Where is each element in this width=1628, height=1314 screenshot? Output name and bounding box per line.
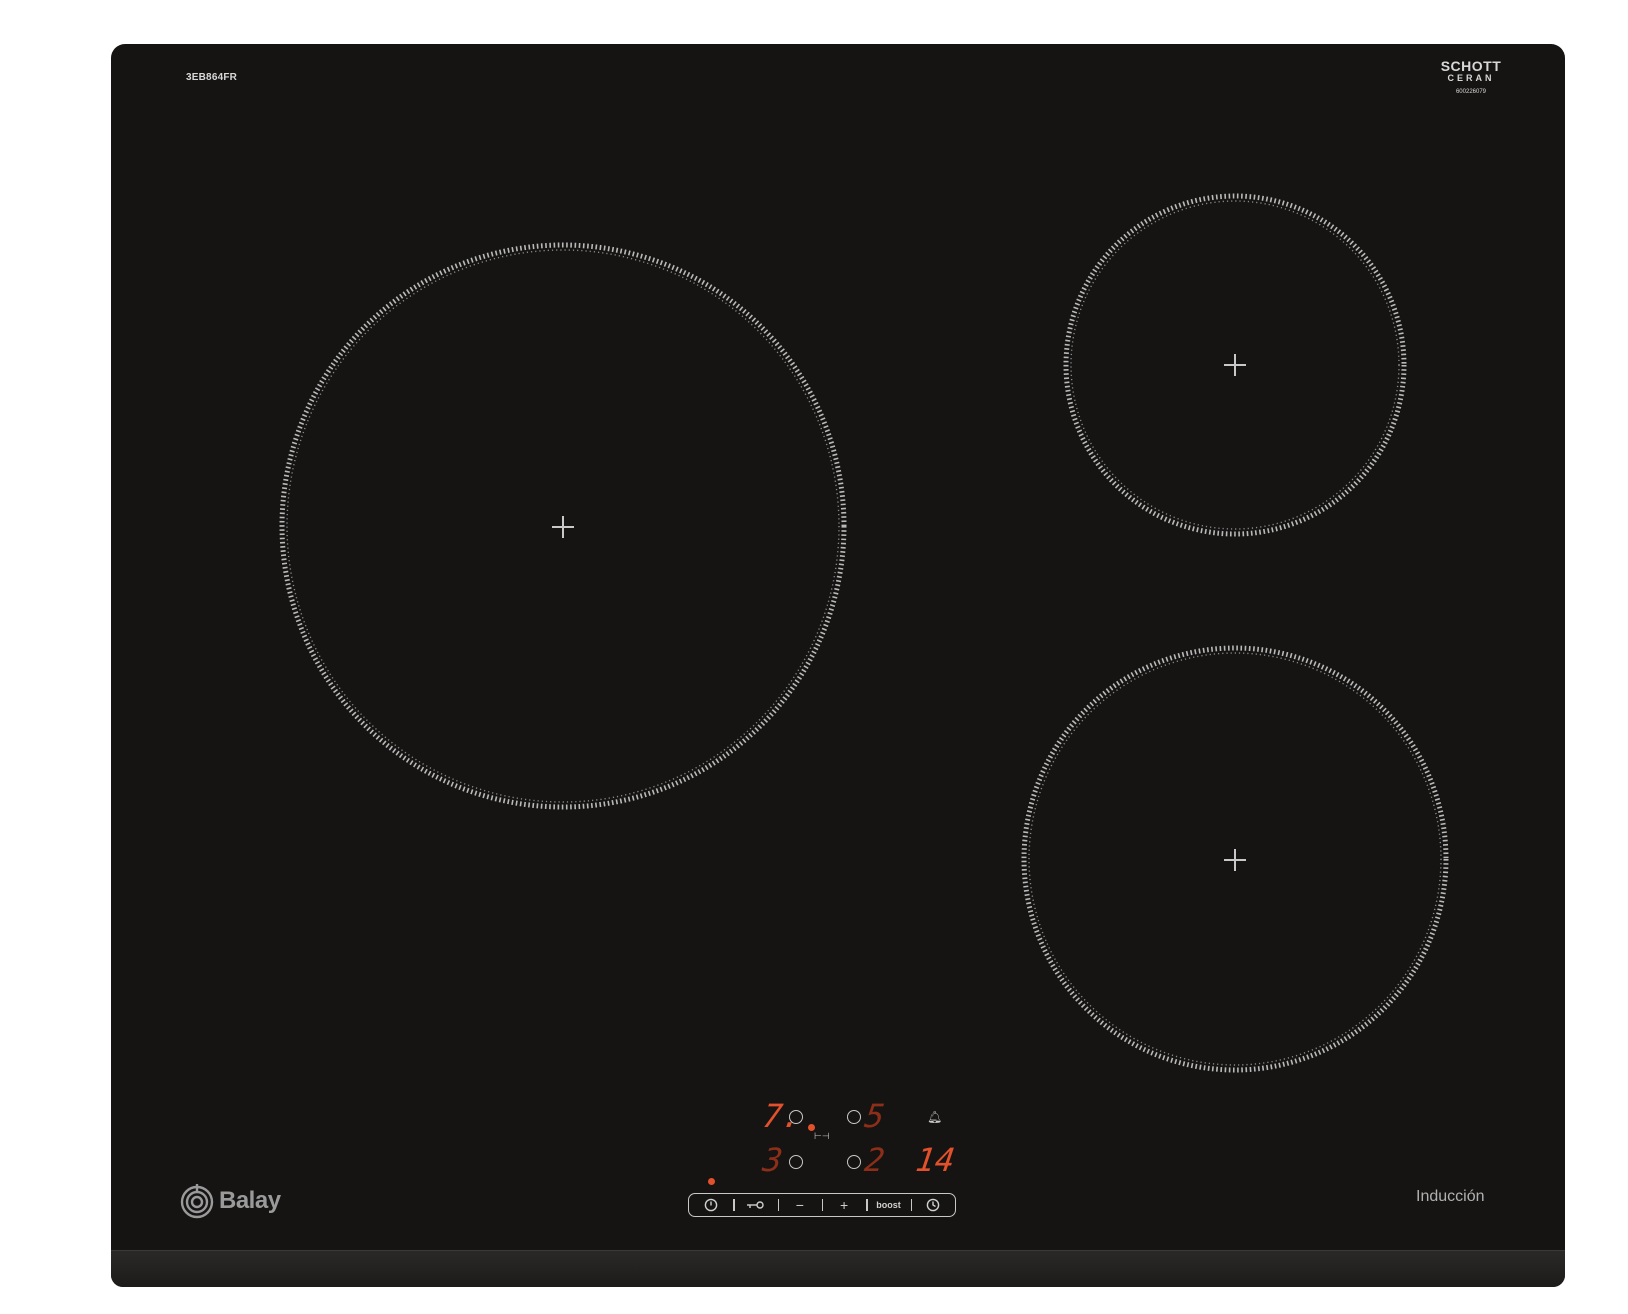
bell-icon: 🔔︎ [927, 1110, 943, 1124]
clock-icon [926, 1198, 940, 1212]
zone-medium-bottom-right[interactable] [1021, 645, 1449, 1073]
induction-label: Inducción [1416, 1188, 1485, 1205]
cooking-zones [279, 193, 1449, 1073]
induction-cooktop: 3EB864FR SCHOTT CERAN 600226079 7. ⊢⊣ 5 [111, 44, 1565, 1287]
brand-name: Balay [219, 1187, 281, 1214]
timer-display: 14 [913, 1141, 958, 1179]
balay-swirl-icon [180, 1184, 214, 1219]
control-strip: − + boost [688, 1193, 956, 1217]
zone-select-top-left[interactable] [789, 1110, 803, 1124]
zone-select-bottom-right[interactable] [847, 1155, 861, 1169]
power-icon [704, 1198, 718, 1212]
power-button[interactable] [689, 1194, 733, 1216]
key-lock-icon [747, 1201, 765, 1209]
balay-logo: Balay [179, 1183, 281, 1219]
timer-button[interactable] [910, 1194, 955, 1216]
zone-select-top-right[interactable] [847, 1110, 861, 1124]
active-indicator-dot [808, 1124, 815, 1131]
child-lock-button[interactable] [733, 1194, 777, 1216]
front-edge [111, 1250, 1565, 1287]
minus-button[interactable]: − [777, 1194, 822, 1216]
power-indicator-dot [708, 1178, 715, 1185]
plus-button[interactable]: + [821, 1194, 866, 1216]
zone-small-top-right[interactable] [1063, 193, 1407, 537]
zone-select-bottom-left[interactable] [789, 1155, 803, 1169]
flex-bridge-icon: ⊢⊣ [814, 1131, 830, 1141]
zone-large-left[interactable] [279, 242, 847, 810]
boost-button[interactable]: boost [866, 1194, 910, 1216]
